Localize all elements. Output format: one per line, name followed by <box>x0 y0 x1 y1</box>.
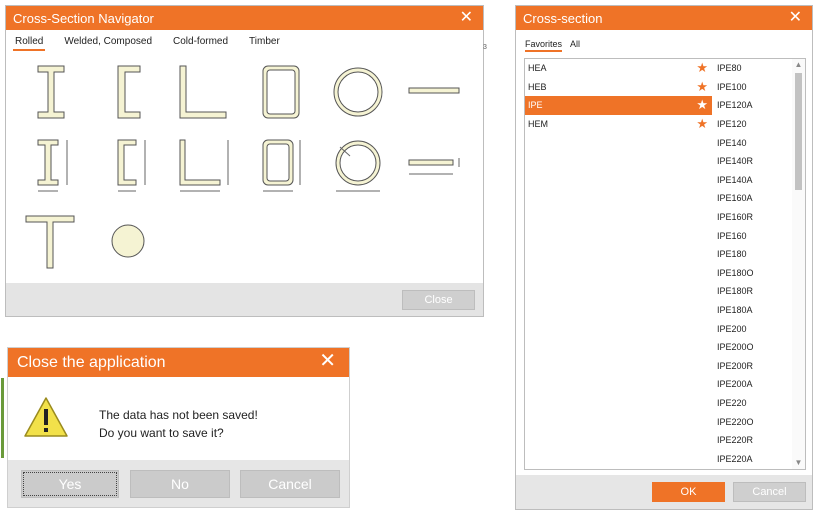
tab-welded-composed[interactable]: Welded, Composed <box>62 36 154 51</box>
size-item[interactable]: IPE200 <box>712 319 792 338</box>
size-item[interactable]: IPE120 <box>712 115 792 134</box>
size-item[interactable]: IPE100 <box>712 78 792 97</box>
cross-section-footer: OK Cancel <box>516 475 812 509</box>
size-item[interactable]: IPE160R <box>712 208 792 227</box>
favorites-list: HEA ★ HEB ★ IPE ★ HEM ★ <box>525 59 712 133</box>
favorite-item[interactable]: HEM ★ <box>525 115 712 134</box>
edge-mark: ɜ <box>482 41 487 51</box>
cross-section-tabs: Favorites All <box>525 39 588 52</box>
message-line-1: The data has not been saved! <box>99 408 258 422</box>
navigator-footer: Close <box>6 283 483 316</box>
close-application-dialog: Close the application ✕ The data has not… <box>1 347 350 508</box>
circular-hollow-dimensioned-icon[interactable] <box>332 138 384 196</box>
section-listbox: HEA ★ HEB ★ IPE ★ HEM ★ IPE80 IPE100 IPE120A IPE12… <box>524 58 806 470</box>
size-item[interactable]: IPE200O <box>712 338 792 357</box>
cross-section-title: Cross-section <box>523 10 603 26</box>
size-item[interactable]: IPE140 <box>712 133 792 152</box>
no-button[interactable]: No <box>130 470 230 498</box>
flat-bar-icon[interactable] <box>408 86 460 96</box>
close-button[interactable]: Close <box>402 290 475 310</box>
angle-icon[interactable] <box>176 64 230 120</box>
size-item[interactable]: IPE160 <box>712 226 792 245</box>
star-icon[interactable]: ★ <box>696 79 708 95</box>
size-item[interactable]: IPE140A <box>712 171 792 190</box>
tab-timber[interactable]: Timber <box>247 36 282 51</box>
scrollbar-thumb[interactable] <box>795 73 802 190</box>
size-item[interactable]: IPE200A <box>712 375 792 394</box>
star-icon[interactable]: ★ <box>696 97 708 113</box>
yes-button[interactable]: Yes <box>21 470 119 498</box>
background-strip <box>1 378 4 458</box>
tab-all[interactable]: All <box>570 39 580 52</box>
dialog-close-icon[interactable]: ✕ <box>319 351 336 371</box>
size-item[interactable]: IPE220 <box>712 394 792 413</box>
angle-dimensioned-icon[interactable] <box>176 138 236 196</box>
favorite-item[interactable]: IPE ★ <box>525 96 712 115</box>
size-list: IPE80 IPE100 IPE120A IPE120 IPE140 IPE140R IPE… <box>712 59 792 468</box>
size-item[interactable]: IPE220R <box>712 431 792 450</box>
size-item[interactable]: IPE180 <box>712 245 792 264</box>
size-item[interactable]: IPE80 <box>712 59 792 78</box>
cross-section-navigator-window: Cross-Section Navigator ✕ Rolled Welded,… <box>5 5 487 317</box>
warning-icon <box>24 397 68 437</box>
ok-button[interactable]: OK <box>652 482 725 502</box>
flat-bar-dimensioned-icon[interactable] <box>408 158 464 180</box>
star-icon[interactable]: ★ <box>696 116 708 132</box>
i-beam-dimensioned-icon[interactable] <box>34 138 78 196</box>
dialog-titlebar: Close the application ✕ <box>8 348 349 377</box>
size-item[interactable]: IPE140R <box>712 152 792 171</box>
scroll-down-icon[interactable]: ▼ <box>792 457 805 469</box>
scrollbar[interactable]: ▲ ▼ <box>792 59 805 469</box>
t-section-icon[interactable] <box>24 214 76 270</box>
channel-icon[interactable] <box>114 64 144 120</box>
size-item[interactable]: IPE180R <box>712 282 792 301</box>
message-line-2: Do you want to save it? <box>99 426 224 440</box>
cross-section-titlebar: Cross-section ✕ <box>516 6 812 30</box>
favorite-label: HEA <box>528 63 547 74</box>
tab-favorites[interactable]: Favorites <box>525 39 563 52</box>
navigator-titlebar: Cross-Section Navigator ✕ <box>6 6 483 30</box>
favorite-label: IPE <box>528 100 543 111</box>
cross-section-close-icon[interactable]: ✕ <box>789 8 802 28</box>
cancel-button[interactable]: Cancel <box>240 470 340 498</box>
circular-hollow-icon[interactable] <box>332 66 384 118</box>
navigator-tabs: Rolled Welded, Composed Cold-formed Timb… <box>13 36 299 51</box>
channel-dimensioned-icon[interactable] <box>114 138 158 196</box>
tab-rolled[interactable]: Rolled <box>13 36 46 51</box>
favorite-label: HEB <box>528 81 547 92</box>
dialog-title: Close the application <box>17 353 166 371</box>
size-item[interactable]: IPE160A <box>712 189 792 208</box>
navigator-close-icon[interactable]: ✕ <box>460 8 473 28</box>
scroll-up-icon[interactable]: ▲ <box>792 59 805 71</box>
navigator-title: Cross-Section Navigator <box>13 10 154 26</box>
favorite-item[interactable]: HEA ★ <box>525 59 712 78</box>
size-item[interactable]: IPE200R <box>712 357 792 376</box>
star-icon[interactable]: ★ <box>696 60 708 76</box>
shape-grid <box>6 58 483 288</box>
tab-cold-formed[interactable]: Cold-formed <box>171 36 230 51</box>
cancel-button[interactable]: Cancel <box>733 482 806 502</box>
round-bar-icon[interactable] <box>110 223 146 259</box>
cross-section-window: Cross-section ✕ Favorites All HEA ★ HEB ★ IP… <box>515 5 813 510</box>
rectangular-hollow-dimensioned-icon[interactable] <box>261 138 305 196</box>
size-item[interactable]: IPE220A <box>712 449 792 468</box>
size-item[interactable]: IPE180A <box>712 301 792 320</box>
rectangular-hollow-icon[interactable] <box>261 64 301 120</box>
size-item[interactable]: IPE180O <box>712 264 792 283</box>
dialog-message: The data has not been saved! Do you want… <box>99 406 258 442</box>
size-item[interactable]: IPE120A <box>712 96 792 115</box>
i-beam-icon[interactable] <box>34 64 68 120</box>
favorite-label: HEM <box>528 119 548 130</box>
dialog-footer: Yes No Cancel <box>8 460 349 507</box>
favorite-item[interactable]: HEB ★ <box>525 78 712 97</box>
size-item[interactable]: IPE220O <box>712 412 792 431</box>
